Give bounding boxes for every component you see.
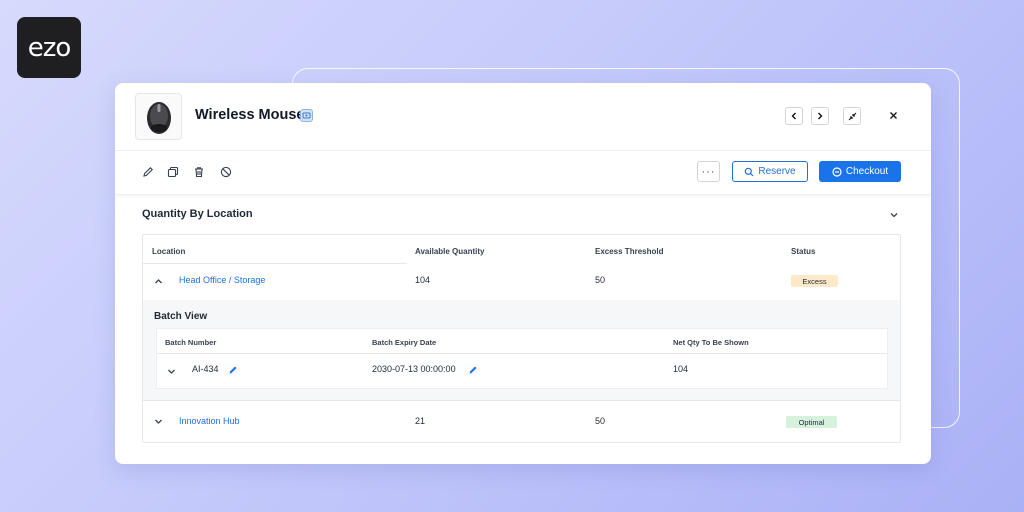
chevron-up-icon bbox=[154, 278, 162, 283]
collapse-panel-button[interactable] bbox=[843, 107, 861, 125]
location-link[interactable]: Innovation Hub bbox=[179, 416, 240, 426]
action-toolbar: ··· Reserve Checkout bbox=[115, 151, 931, 195]
item-thumbnail bbox=[135, 93, 182, 140]
excess-threshold: 50 bbox=[595, 416, 606, 426]
delete-button[interactable] bbox=[192, 165, 206, 179]
disable-button[interactable] bbox=[219, 165, 233, 179]
pencil-icon bbox=[469, 366, 476, 373]
location-link[interactable]: Head Office / Storage bbox=[179, 275, 265, 285]
copy-button[interactable] bbox=[166, 165, 180, 179]
chevron-right-icon bbox=[818, 112, 823, 120]
batch-expiry-date: 2030-07-13 00:00:00 bbox=[372, 364, 456, 374]
section-title: Quantity By Location bbox=[142, 208, 253, 220]
chevron-down-icon bbox=[154, 419, 162, 424]
row-expand-toggle[interactable] bbox=[153, 416, 163, 426]
status-badge: Excess bbox=[791, 275, 838, 287]
close-button[interactable] bbox=[885, 106, 901, 124]
copy-icon bbox=[167, 166, 179, 178]
checkout-label: Checkout bbox=[845, 166, 889, 177]
available-quantity: 104 bbox=[415, 275, 431, 285]
column-header-status: Status bbox=[791, 247, 816, 256]
close-icon bbox=[889, 111, 897, 119]
edit-batch-number-button[interactable] bbox=[227, 364, 238, 375]
panel-header: Wireless Mouse bbox=[115, 83, 931, 151]
column-header-net-qty: Net Qty To Be Shown bbox=[673, 338, 749, 347]
header-divider bbox=[143, 263, 407, 264]
batch-number: AI-434 bbox=[192, 364, 219, 374]
checkout-button[interactable]: Checkout bbox=[819, 161, 901, 182]
edit-button[interactable] bbox=[141, 165, 155, 179]
batch-header-divider bbox=[157, 353, 887, 354]
row-expand-toggle[interactable] bbox=[153, 276, 163, 286]
column-header-available: Available Quantity bbox=[415, 247, 485, 256]
mouse-icon bbox=[146, 101, 171, 134]
edit-batch-expiry-button[interactable] bbox=[467, 364, 478, 375]
ezo-logo: ezo bbox=[17, 17, 81, 78]
status-badge: Optimal bbox=[786, 416, 837, 428]
column-header-batch-expiry: Batch Expiry Date bbox=[372, 338, 437, 347]
item-title: Wireless Mouse bbox=[195, 107, 305, 123]
checkout-icon bbox=[832, 166, 842, 177]
reserve-label: Reserve bbox=[758, 166, 796, 177]
batch-table: Batch Number Batch Expiry Date Net Qty T… bbox=[156, 328, 888, 389]
reserve-icon bbox=[745, 167, 754, 176]
available-quantity: 21 bbox=[415, 416, 426, 426]
batch-row-expand-toggle[interactable] bbox=[166, 366, 176, 376]
pencil-icon bbox=[229, 366, 236, 373]
reserve-button[interactable]: Reserve bbox=[732, 161, 808, 182]
quantity-table: Location Available Quantity Excess Thres… bbox=[142, 234, 901, 443]
item-detail-panel: Wireless Mouse ··· Reserve Checkout Quan… bbox=[115, 83, 931, 464]
chevron-left-icon bbox=[791, 112, 796, 120]
ban-icon bbox=[220, 166, 232, 178]
collapse-icon bbox=[848, 112, 856, 120]
next-item-button[interactable] bbox=[811, 107, 829, 125]
batch-net-qty: 104 bbox=[673, 364, 689, 374]
chevron-down-icon bbox=[890, 213, 898, 218]
excess-threshold: 50 bbox=[595, 275, 606, 285]
previous-item-button[interactable] bbox=[785, 107, 803, 125]
item-type-icon bbox=[300, 109, 313, 122]
column-header-threshold: Excess Threshold bbox=[595, 247, 664, 256]
chevron-down-icon bbox=[167, 369, 175, 374]
pencil-icon bbox=[143, 167, 153, 177]
more-options-button[interactable]: ··· bbox=[697, 161, 720, 182]
column-header-location: Location bbox=[152, 247, 186, 256]
column-header-batch-number: Batch Number bbox=[165, 338, 217, 347]
batch-view-title: Batch View bbox=[154, 311, 208, 322]
section-toggle[interactable] bbox=[888, 209, 900, 221]
batch-view: Batch View Batch Number Batch Expiry Dat… bbox=[143, 300, 900, 401]
trash-icon bbox=[195, 167, 203, 178]
